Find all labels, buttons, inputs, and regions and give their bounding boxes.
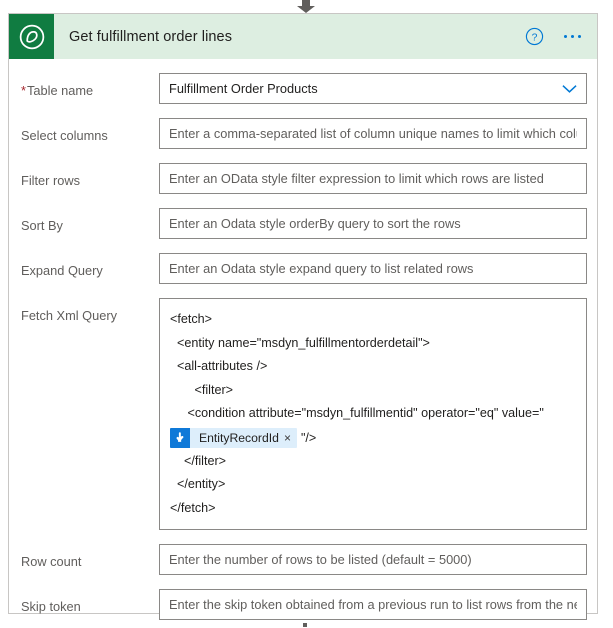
field-row-filter-rows: Filter rows Enter an OData style filter …	[9, 163, 597, 194]
field-row-expand-query: Expand Query Enter an Odata style expand…	[9, 253, 597, 284]
manual-trigger-icon	[170, 427, 190, 448]
filter-rows-input[interactable]: Enter an OData style filter expression t…	[159, 163, 587, 194]
control-row-count: Enter the number of rows to be listed (d…	[159, 544, 587, 575]
card-header: Get fulfillment order lines ?	[9, 14, 597, 59]
field-row-sort-by: Sort By Enter an Odata style orderBy que…	[9, 208, 597, 239]
ellipsis-icon[interactable]	[562, 29, 584, 45]
code-line: <fetch>	[170, 312, 213, 326]
help-circle-icon[interactable]: ?	[524, 26, 546, 48]
field-row-select-columns: Select columns Enter a comma-separated l…	[9, 118, 597, 149]
control-table-name: Fulfillment Order Products	[159, 73, 587, 104]
row-count-input[interactable]: Enter the number of rows to be listed (d…	[159, 544, 587, 575]
select-columns-placeholder: Enter a comma-separated list of column u…	[169, 126, 577, 141]
fetch-xml-query-editor[interactable]: <fetch> <entity name="msdyn_fulfillmento…	[159, 298, 587, 530]
field-row-fetch-xml-query: Fetch Xml Query <fetch> <entity name="ms…	[9, 298, 597, 530]
label-select-columns: Select columns	[21, 128, 108, 143]
dataverse-icon	[9, 14, 54, 59]
code-token-tail: "/>	[300, 430, 317, 445]
label-expand-query: Expand Query	[21, 263, 103, 278]
field-row-table-name: *Table name Fulfillment Order Products	[9, 73, 597, 104]
table-name-value: Fulfillment Order Products	[169, 81, 318, 96]
select-columns-input[interactable]: Enter a comma-separated list of column u…	[159, 118, 587, 149]
card-body: *Table name Fulfillment Order Products S…	[9, 73, 597, 628]
code-line: </filter>	[170, 453, 226, 468]
header-actions: ?	[524, 26, 598, 48]
field-row-row-count: Row count Enter the number of rows to be…	[9, 544, 597, 575]
control-select-columns: Enter a comma-separated list of column u…	[159, 118, 587, 149]
table-name-dropdown[interactable]: Fulfillment Order Products	[159, 73, 587, 104]
filter-rows-placeholder: Enter an OData style filter expression t…	[169, 171, 544, 186]
close-icon[interactable]: ×	[284, 432, 297, 444]
expand-query-input[interactable]: Enter an Odata style expand query to lis…	[159, 253, 587, 284]
control-skip-token: Enter the skip token obtained from a pre…	[159, 589, 587, 620]
sort-by-placeholder: Enter an Odata style orderBy query to so…	[169, 216, 461, 231]
label-fetch-xml-query: Fetch Xml Query	[21, 308, 118, 323]
flow-action-card-screen: Get fulfillment order lines ? *Table nam…	[0, 0, 613, 628]
code-line: </entity>	[170, 477, 226, 491]
card-title: Get fulfillment order lines	[69, 28, 233, 45]
code-line: <entity name="msdyn_fulfillmentorderdeta…	[170, 335, 430, 350]
label-table-name: *Table name	[21, 83, 94, 98]
control-fetch-xml-query: <fetch> <entity name="msdyn_fulfillmento…	[159, 298, 587, 530]
code-line-with-token: EntityRecordId × "/>	[170, 426, 578, 450]
row-count-placeholder: Enter the number of rows to be listed (d…	[169, 552, 472, 567]
control-sort-by: Enter an Odata style orderBy query to so…	[159, 208, 587, 239]
label-row-count: Row count	[21, 554, 82, 569]
dynamic-content-token[interactable]: EntityRecordId ×	[170, 427, 297, 448]
chevron-down-icon[interactable]	[554, 84, 577, 94]
skip-token-placeholder: Enter the skip token obtained from a pre…	[169, 597, 577, 612]
code-line: <condition attribute="msdyn_fulfillmenti…	[170, 406, 544, 420]
code-line: </fetch>	[170, 500, 216, 515]
label-sort-by: Sort By	[21, 218, 63, 233]
sort-by-input[interactable]: Enter an Odata style orderBy query to so…	[159, 208, 587, 239]
field-row-skip-token: Skip token Enter the skip token obtained…	[9, 589, 597, 620]
control-expand-query: Enter an Odata style expand query to lis…	[159, 253, 587, 284]
label-filter-rows: Filter rows	[21, 173, 81, 188]
token-label: EntityRecordId	[199, 430, 279, 445]
action-card: Get fulfillment order lines ? *Table nam…	[8, 13, 598, 620]
label-skip-token: Skip token	[21, 599, 81, 614]
code-line: <all-attributes />	[170, 359, 268, 373]
skip-token-input[interactable]: Enter the skip token obtained from a pre…	[159, 589, 587, 620]
expand-query-placeholder: Enter an Odata style expand query to lis…	[169, 261, 474, 276]
connector-arrow-top	[0, 0, 613, 13]
code-line: <filter>	[170, 382, 233, 397]
svg-text:?: ?	[532, 32, 538, 43]
required-asterisk: *	[21, 83, 26, 98]
control-filter-rows: Enter an OData style filter expression t…	[159, 163, 587, 194]
